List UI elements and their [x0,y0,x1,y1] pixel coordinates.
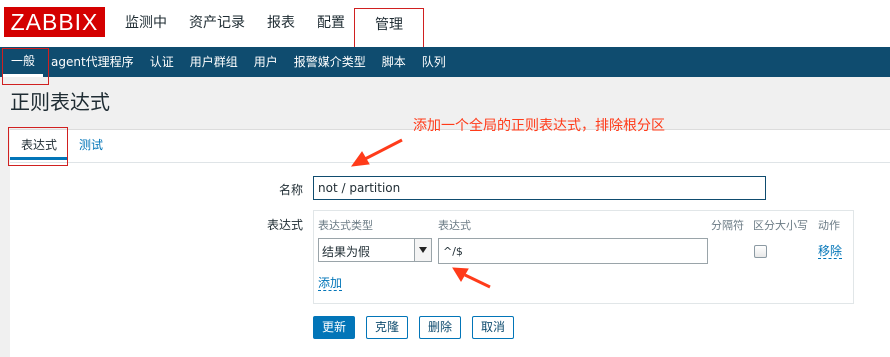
arrow-head-name-icon [350,151,370,167]
arrow-to-name-icon [362,138,403,162]
annotation-arrows [350,138,491,289]
arrow-to-expression-icon [464,273,491,289]
